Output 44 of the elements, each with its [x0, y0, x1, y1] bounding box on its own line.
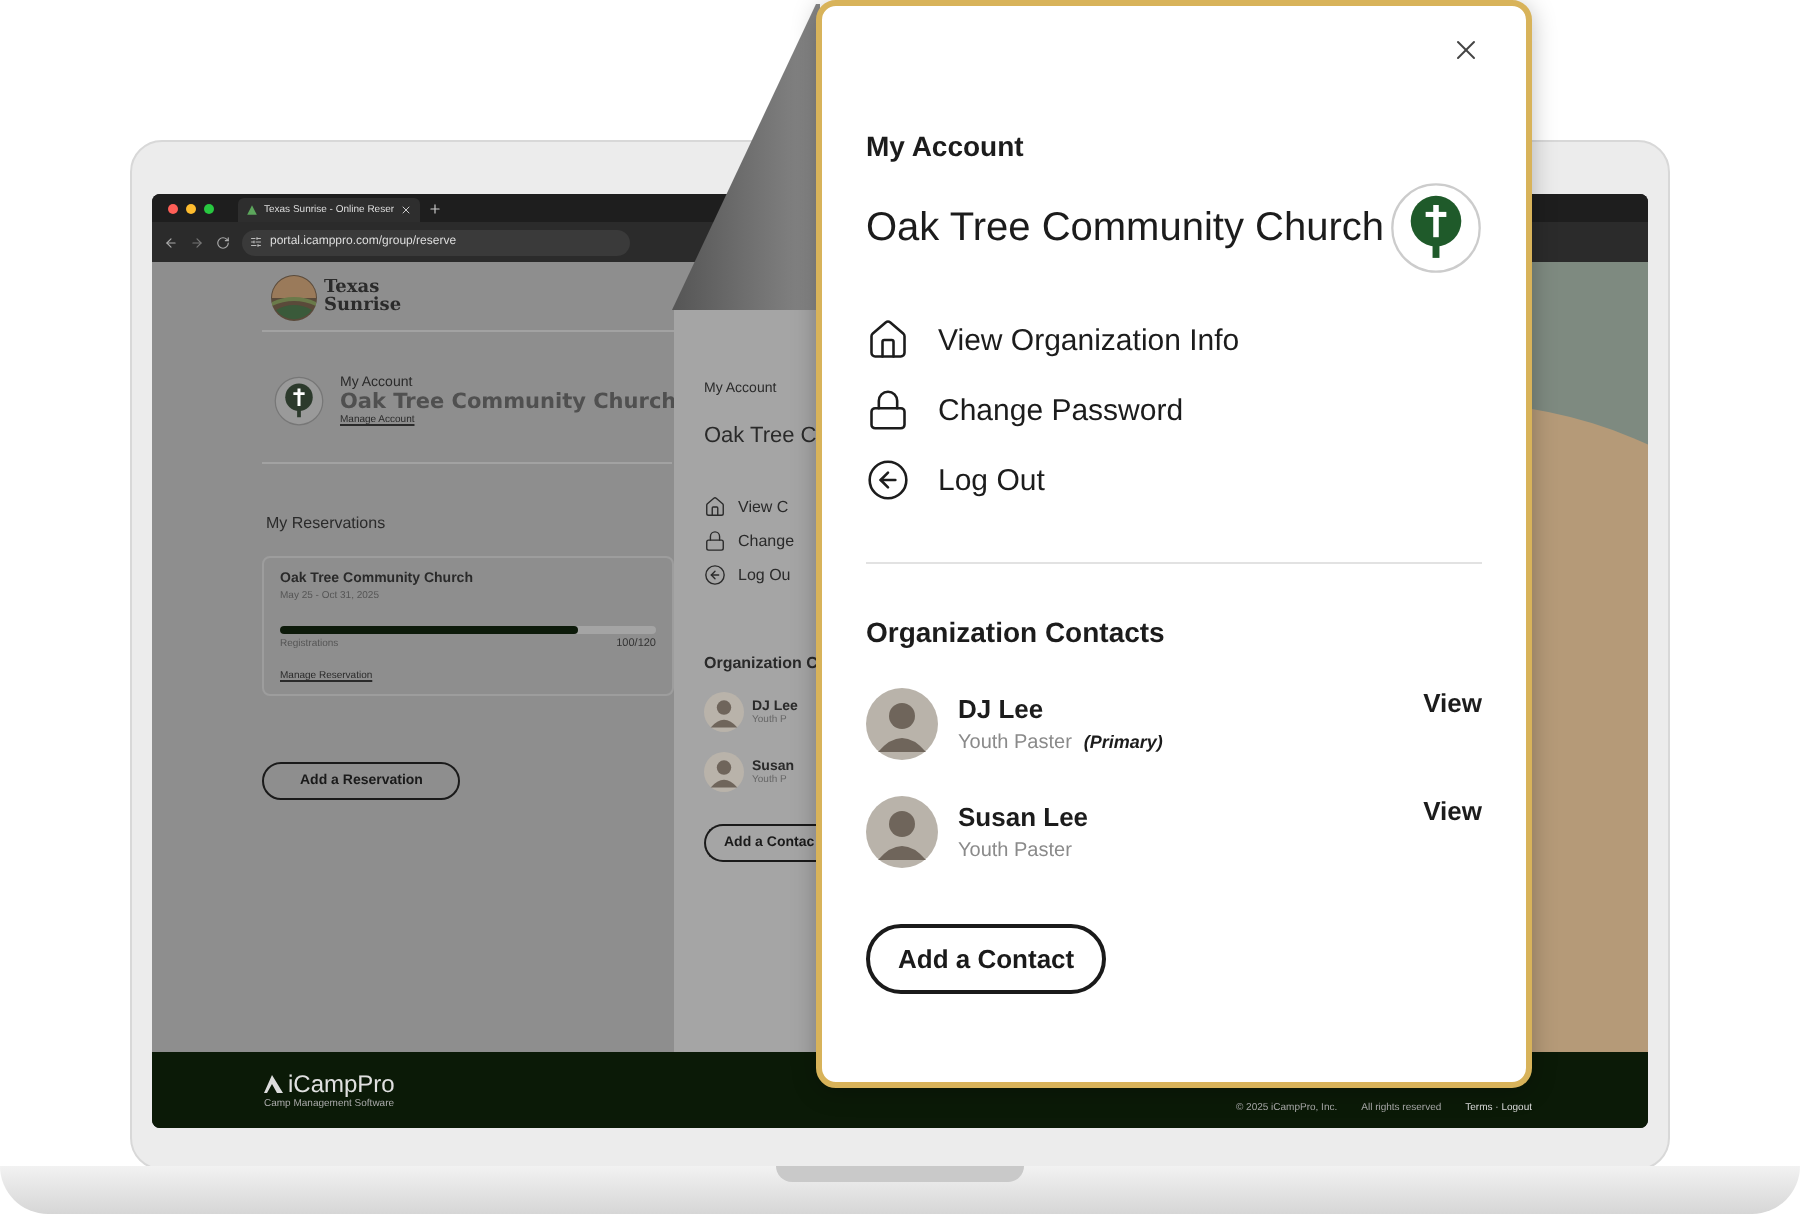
logout-icon: [866, 458, 910, 502]
contact-name: DJ Lee: [958, 694, 1044, 724]
lock-icon: [866, 388, 910, 432]
contacts-heading: Organization Contacts: [866, 616, 1167, 648]
site-settings-icon[interactable]: [250, 236, 262, 249]
add-contact-button[interactable]: Add a Contact: [866, 924, 1107, 994]
tent-icon: [246, 204, 258, 217]
avatar: [704, 692, 744, 733]
close-icon[interactable]: [400, 204, 413, 217]
avatar: [704, 752, 744, 793]
panel-menu-item[interactable]: Log Ou: [738, 566, 791, 585]
account-menu-item[interactable]: View Organization Info: [866, 318, 1482, 362]
organization-name: Oak Tree Community Church: [340, 390, 677, 415]
church-logo-icon: [274, 376, 324, 427]
avatar: [866, 688, 938, 760]
section-heading: My Reservations: [266, 514, 388, 533]
panel-contacts-heading: Organization C: [704, 654, 820, 673]
contact-role: Youth Paster: [958, 840, 1072, 862]
account-menu-item[interactable]: Change Password: [866, 388, 1482, 432]
contact-role: Youth Paster: [958, 732, 1072, 754]
site-logo-text: Texas Sunrise: [324, 280, 396, 317]
view-link[interactable]: View: [1423, 688, 1482, 718]
panel-menu-item[interactable]: Change: [738, 532, 795, 551]
view-link[interactable]: View: [1423, 796, 1482, 826]
back-icon[interactable]: [164, 235, 178, 250]
organization-name: Oak Tree Community Church: [866, 205, 1384, 251]
forward-icon[interactable]: [190, 235, 204, 250]
logout-icon: [704, 564, 726, 587]
reload-icon[interactable]: [216, 235, 230, 250]
footer-brand: iCampPro: [288, 1070, 395, 1099]
church-logo-icon: [1390, 182, 1482, 274]
new-tab-icon[interactable]: [428, 201, 443, 216]
panel-menu-item[interactable]: View C: [738, 498, 789, 517]
card-heading: My Account: [866, 130, 1026, 162]
contact-name: Susan Lee: [958, 802, 1089, 832]
tent-logo-icon: [264, 1074, 284, 1095]
sunrise-logo-icon: [270, 274, 318, 323]
lock-icon: [704, 530, 726, 553]
avatar: [866, 796, 938, 868]
account-menu-item[interactable]: Log Out: [866, 458, 1482, 502]
primary-note: (Primary): [1083, 732, 1163, 752]
home-icon: [866, 318, 910, 362]
home-icon: [704, 496, 726, 519]
panel-organization-name: Oak Tree C: [704, 424, 819, 449]
